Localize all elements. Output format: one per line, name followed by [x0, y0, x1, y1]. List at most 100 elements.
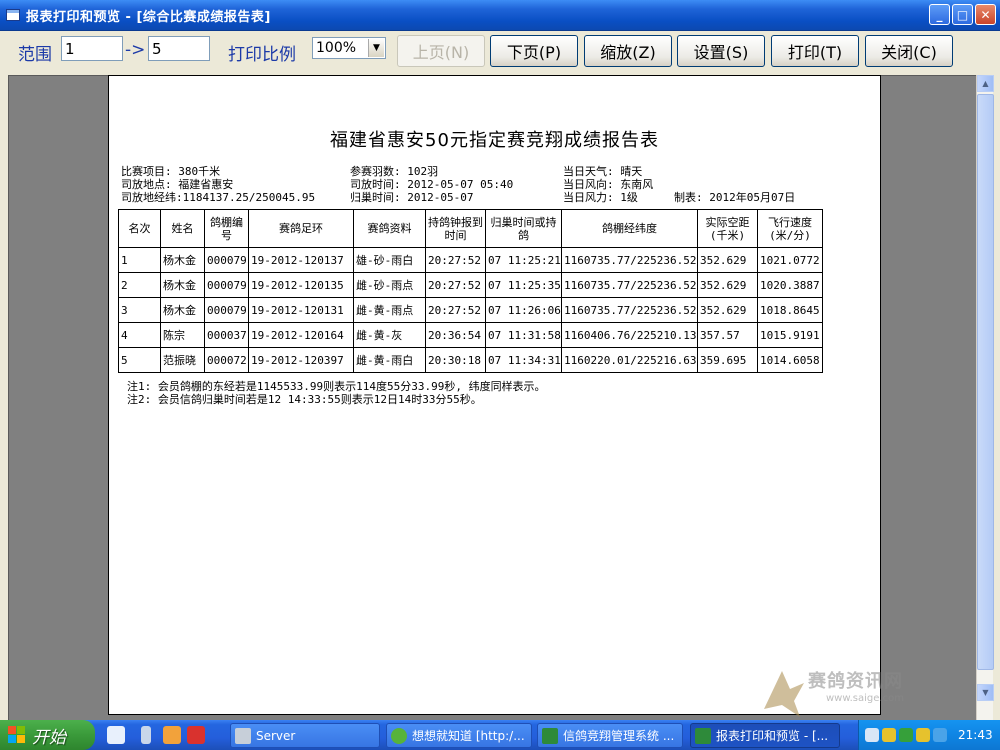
table-cell: 000072: [204, 347, 249, 373]
app-tree-icon: [695, 727, 711, 744]
task-server[interactable]: Server: [230, 723, 380, 748]
table-cell: 20:27:52: [425, 272, 486, 298]
table-cell: 19-2012-120131: [248, 297, 354, 323]
tray-app-icon[interactable]: [899, 728, 913, 742]
table-cell: 07 11:25:21: [485, 247, 562, 273]
scale-value: 100%: [316, 40, 357, 56]
tray-app-icon[interactable]: [882, 728, 896, 742]
info-mid: 参赛羽数: 102羽 司放时间: 2012-05-07 05:40 归巢时间: …: [350, 165, 513, 204]
chevron-down-icon[interactable]: ▼: [368, 39, 384, 57]
close-button[interactable]: 关闭(C): [865, 35, 953, 67]
prev-page-button[interactable]: 上页(N): [397, 35, 485, 67]
table-cell: 000079: [204, 247, 249, 273]
table-cell: 1: [118, 247, 161, 273]
report-page: 福建省惠安50元指定赛竞翔成绩报告表 比赛项目: 380千米 司放地点: 福建省…: [108, 75, 881, 715]
close-window-button[interactable]: ✕: [975, 4, 996, 25]
tray-expand-icon[interactable]: [865, 728, 879, 742]
quick-launch-icon[interactable]: [187, 726, 205, 744]
report-notes: 注1: 会员鸽棚的东经若是1145533.99则表示114度55分33.99秒,…: [127, 380, 546, 406]
print-button[interactable]: 打印(T): [771, 35, 859, 67]
task-label: 想想就知道 [http:/...: [412, 729, 525, 743]
table-cell: 雌-砂-雨点: [353, 272, 426, 298]
minimize-button[interactable]: _: [929, 4, 950, 25]
start-button[interactable]: 开始: [0, 720, 95, 750]
info-item: 当日天气: 晴天: [563, 165, 643, 178]
table-row: 3 杨木金 000079 19-2012-120131 雌-黄-雨点 20:27:52 07…: [118, 297, 823, 323]
table-cell: 1160735.77/225236.52: [561, 272, 698, 298]
window-titlebar[interactable]: 报表打印和预览 - [综合比赛成绩报告表] _ □ ✕: [0, 0, 1000, 31]
system-tray: 21:43: [858, 720, 1000, 750]
note-item: 注2: 会员信鸽归巢时间若是12 14:33:55则表示12日14时33分55秒…: [127, 393, 482, 406]
table-header-row: 名次 姓名 鸽棚编号 赛鸽足环 赛鸽资料 持鸽钟报到时间 归巢时间或持鸽 鸽棚经…: [118, 209, 823, 248]
note-item: 注1: 会员鸽棚的东经若是1145533.99则表示114度55分33.99秒,…: [127, 380, 546, 393]
clock[interactable]: 21:43: [958, 728, 993, 742]
column-header: 归巢时间或持鸽: [485, 209, 562, 248]
table-cell: 07 11:25:35: [485, 272, 562, 298]
task-label: Server: [256, 728, 296, 743]
range-from-input[interactable]: 1: [61, 36, 123, 61]
browser-icon: [391, 727, 407, 744]
scroll-up-icon[interactable]: ▲: [977, 75, 994, 92]
table-cell: 1160735.77/225236.52: [561, 297, 698, 323]
range-arrow: ->: [125, 40, 146, 60]
info-item: 比赛项目: 380千米: [121, 165, 221, 178]
table-cell: 雌-黄-雨白: [353, 347, 426, 373]
settings-button[interactable]: 设置(S): [677, 35, 765, 67]
start-label: 开始: [32, 727, 66, 748]
app-icon: [6, 9, 20, 21]
task-label: 信鸽竞翔管理系统 ...: [563, 729, 675, 743]
quick-launch-icon[interactable]: [107, 726, 125, 744]
task-browser[interactable]: 想想就知道 [http:/...: [386, 723, 532, 748]
vertical-scrollbar[interactable]: ▲ ▼: [976, 75, 994, 720]
scale-select[interactable]: 100% ▼: [312, 37, 386, 59]
column-header: 鸽棚经纬度: [561, 209, 698, 248]
taskbar: 开始 Server 想想就知道 [http:/... 信鸽竞翔管理系统 ... …: [0, 720, 1000, 750]
results-table: 名次 姓名 鸽棚编号 赛鸽足环 赛鸽资料 持鸽钟报到时间 归巢时间或持鸽 鸽棚经…: [118, 209, 823, 373]
table-cell: 杨木金: [160, 247, 205, 273]
table-cell: 1021.0772: [757, 247, 823, 273]
column-header: 赛鸽足环: [248, 209, 354, 248]
column-header: 赛鸽资料: [353, 209, 426, 248]
window-title: 报表打印和预览 - [综合比赛成绩报告表]: [26, 9, 271, 25]
info-item: 司放地点: 福建省惠安: [121, 178, 234, 191]
column-header: 名次: [118, 209, 161, 248]
table-cell: 1014.6058: [757, 347, 823, 373]
task-report-preview[interactable]: 报表打印和预览 - [...: [690, 723, 840, 748]
range-to-input[interactable]: 5: [148, 36, 210, 61]
info-item: 司放时间: 2012-05-07 05:40: [350, 178, 514, 191]
table-cell: 2: [118, 272, 161, 298]
table-cell: 359.695: [697, 347, 758, 373]
table-cell: 1020.3887: [757, 272, 823, 298]
table-row: 2 杨木金 000079 19-2012-120135 雌-砂-雨点 20:27:52 07…: [118, 272, 823, 298]
info-item: 参赛羽数: 102羽: [350, 165, 439, 178]
table-cell: 000079: [204, 297, 249, 323]
table-cell: 07 11:31:58: [485, 322, 562, 348]
task-pigeon-system[interactable]: 信鸽竞翔管理系统 ...: [537, 723, 683, 748]
maximize-button[interactable]: □: [952, 4, 973, 25]
quick-launch-icon[interactable]: [163, 726, 181, 744]
table-row: 5 范振晓 000072 19-2012-120397 雌-黄-雨白 20:30:18 07…: [118, 347, 823, 373]
table-cell: 19-2012-120137: [248, 247, 354, 273]
column-header: 实际空距(千米): [697, 209, 758, 248]
table-row: 4 陈宗 000037 19-2012-120164 雌-黄-灰 20:36:54 07 1…: [118, 322, 823, 348]
app-tree-icon: [542, 727, 558, 744]
scroll-thumb[interactable]: [977, 94, 994, 670]
table-cell: 杨木金: [160, 297, 205, 323]
column-header: 持鸽钟报到时间: [425, 209, 486, 248]
info-item: 当日风力: 1级: [563, 191, 638, 204]
zoom-button[interactable]: 缩放(Z): [584, 35, 672, 67]
table-cell: 20:27:52: [425, 247, 486, 273]
table-cell: 杨木金: [160, 272, 205, 298]
next-page-button[interactable]: 下页(P): [490, 35, 578, 67]
scroll-down-icon[interactable]: ▼: [977, 684, 994, 701]
table-cell: 5: [118, 347, 161, 373]
table-cell: 000079: [204, 272, 249, 298]
watermark-url: www.saige.com: [826, 693, 904, 704]
table-cell: 357.57: [697, 322, 758, 348]
report-title: 福建省惠安50元指定赛竞翔成绩报告表: [330, 130, 659, 151]
table-cell: 19-2012-120135: [248, 272, 354, 298]
quick-launch-icon[interactable]: [141, 726, 151, 744]
scale-label: 打印比例: [228, 45, 296, 65]
tray-app-icon[interactable]: [916, 728, 930, 742]
shield-icon[interactable]: [933, 728, 947, 742]
